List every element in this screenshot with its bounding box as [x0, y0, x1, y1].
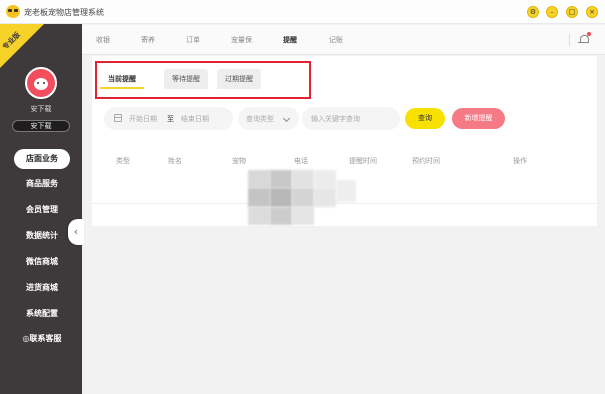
edition-badge: 专业版: [1, 30, 22, 52]
tab-pet-insurance[interactable]: 宠量保: [231, 35, 252, 45]
app-logo-icon: [6, 5, 20, 18]
date-to-label: 至: [167, 115, 174, 123]
calendar-icon: [114, 114, 122, 122]
maximize-button[interactable]: □: [566, 6, 578, 18]
sidebar-item-system-config[interactable]: 系统配置: [14, 304, 70, 324]
sidebar-item-wechat-mall[interactable]: 微信商城: [14, 252, 70, 272]
sidebar: 专业版 安下载 安下载 店面业务 商品服务 会员管理 数据统计 微信商城 进货商…: [0, 24, 82, 394]
tab-bookkeeping[interactable]: 记账: [329, 35, 343, 45]
column-header-type: 类型: [116, 157, 130, 165]
edition-ribbon: 专业版: [0, 24, 44, 68]
tab-orders[interactable]: 订单: [186, 35, 200, 45]
sidebar-item-purchase-mall[interactable]: 进货商城: [14, 278, 70, 298]
sidebar-collapse-button[interactable]: ‹: [68, 219, 84, 245]
close-button[interactable]: ×: [586, 6, 598, 18]
add-reminder-button[interactable]: 新增提醒: [452, 108, 505, 129]
column-header-pet: 宠物: [232, 157, 246, 165]
start-date-field[interactable]: 开始日期: [129, 114, 157, 124]
app-title: 宠老板宠物店管理系统: [24, 8, 104, 17]
top-nav: 收银 寄养 订单 宠量保 提醒 记账: [82, 25, 605, 55]
end-date-field[interactable]: 结束日期: [181, 114, 209, 124]
sidebar-item-members[interactable]: 会员管理: [14, 200, 70, 220]
query-button[interactable]: 查询: [405, 108, 445, 129]
tab-reminders[interactable]: 提醒: [283, 35, 297, 45]
subtab-highlight-box: [95, 61, 311, 99]
column-header-remind-time: 提醒时间: [349, 157, 377, 165]
empty-state-image: [248, 170, 358, 225]
settings-icon[interactable]: ⚙: [527, 6, 539, 18]
keyword-placeholder: 输入关键字查询: [311, 115, 360, 123]
tab-boarding[interactable]: 寄养: [141, 35, 155, 45]
type-select-value: 查询类型: [246, 115, 274, 123]
column-header-appointment-time: 预约时间: [412, 157, 440, 165]
notification-dot: [587, 32, 591, 36]
sidebar-item-store-business[interactable]: 店面业务: [14, 149, 70, 169]
column-header-name: 姓名: [168, 157, 182, 165]
tab-cashier[interactable]: 收银: [96, 35, 110, 45]
title-bar: 宠老板宠物店管理系统 ⚙ – □ ×: [0, 0, 605, 24]
sidebar-item-goods-services[interactable]: 商品服务: [14, 174, 70, 194]
user-badge[interactable]: 安下载: [12, 120, 70, 132]
shop-name: 安下载: [30, 105, 52, 113]
sidebar-item-contact-support[interactable]: ◎联系客服: [14, 329, 70, 349]
sidebar-item-statistics[interactable]: 数据统计: [14, 226, 70, 246]
avatar-face-icon: [34, 78, 48, 90]
minimize-button[interactable]: –: [546, 6, 558, 18]
avatar[interactable]: [25, 67, 57, 99]
column-header-actions: 操作: [513, 157, 527, 165]
topnav-divider: [569, 34, 570, 46]
column-header-phone: 电话: [294, 157, 308, 165]
